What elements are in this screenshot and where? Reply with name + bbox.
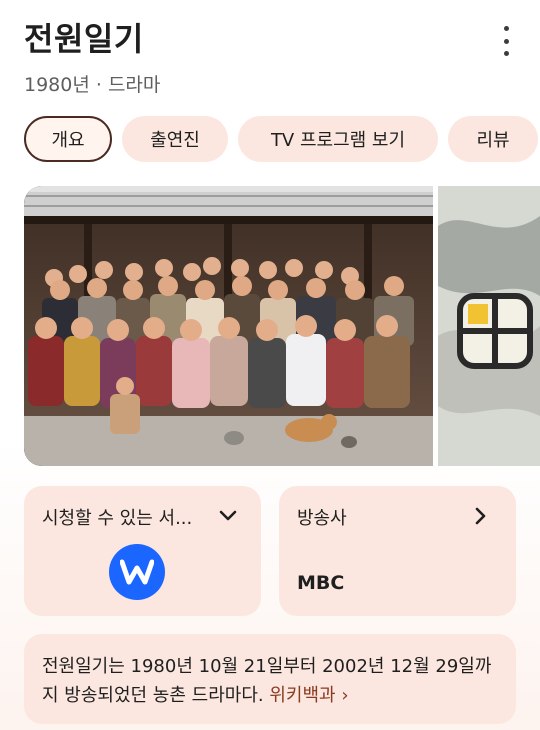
tab-overview[interactable]: 개요: [24, 116, 112, 162]
network-card[interactable]: 방송사 MBC: [279, 486, 516, 616]
network-label: 방송사: [297, 508, 347, 529]
watcha-logo-icon[interactable]: [109, 544, 165, 600]
tab-reviews[interactable]: 리뷰: [448, 116, 538, 162]
watcha-w-glyph: [120, 559, 154, 585]
chevron-right-icon: ›: [341, 685, 349, 706]
tab-cast[interactable]: 출연진: [122, 116, 228, 162]
source-label: 위키백과: [269, 685, 336, 706]
chevron-right-icon[interactable]: [471, 506, 491, 526]
tab-bar: 개요 출연진 TV 프로그램 보기 리뷰: [24, 116, 538, 162]
cast-photo-illustration: [24, 186, 433, 466]
description-text: 전원일기는 1980년 10월 21일부터 2002년 12월 29일까지 방송…: [42, 656, 492, 706]
title-artwork[interactable]: [438, 186, 540, 466]
page-subtitle: 1980년 · 드라마: [24, 74, 161, 96]
chevron-down-icon[interactable]: [218, 506, 238, 526]
title-logo-illustration: [438, 186, 540, 466]
cast-photo[interactable]: [24, 186, 433, 466]
description-card: 전원일기는 1980년 10월 21일부터 2002년 12월 29일까지 방송…: [24, 634, 516, 724]
network-value: MBC: [297, 572, 345, 594]
tab-watch-tv[interactable]: TV 프로그램 보기: [238, 116, 438, 162]
page-title: 전원일기: [24, 20, 144, 58]
watch-providers-card[interactable]: 시청할 수 있는 서...: [24, 486, 261, 616]
more-options-icon[interactable]: [494, 26, 518, 56]
watch-providers-label: 시청할 수 있는 서...: [42, 508, 193, 529]
wikipedia-source-link[interactable]: 위키백과 ›: [269, 685, 348, 706]
